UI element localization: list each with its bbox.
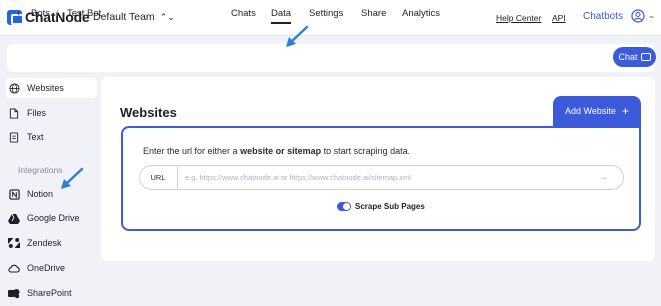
- breadcrumb-bot-name: Test Bot: [67, 8, 102, 19]
- team-name: Default Team: [93, 11, 155, 23]
- api-link[interactable]: API: [552, 13, 566, 23]
- url-label: URL: [139, 165, 178, 190]
- back-chevron-icon[interactable]: ‹: [17, 8, 20, 19]
- instruction-text: Enter the url for either a website or si…: [143, 146, 411, 156]
- scrape-sub-pages-label: Scrape Sub Pages: [355, 202, 425, 211]
- scrape-sub-pages-toggle[interactable]: [337, 202, 351, 211]
- sidebar-item-label: Text: [27, 132, 44, 142]
- google-drive-icon: [8, 212, 20, 224]
- sidebar-item-label: Zendesk: [27, 238, 62, 248]
- chat-button[interactable]: Chat: [613, 47, 656, 67]
- sidebar-item-label: Websites: [27, 83, 64, 93]
- chatbots-link[interactable]: Chatbots: [583, 11, 623, 22]
- tab-analytics[interactable]: Analytics: [402, 8, 440, 19]
- chevron-updown-icon: ⌃⌄: [159, 11, 175, 22]
- page-title: Websites: [120, 105, 177, 120]
- integrations-heading: Integrations: [18, 165, 63, 175]
- breadcrumb-bots[interactable]: Bots: [31, 8, 50, 19]
- add-website-label: Add Website: [565, 106, 616, 116]
- sidebar-item-onedrive[interactable]: OneDrive: [8, 262, 65, 274]
- chat-button-label: Chat: [618, 52, 638, 62]
- help-center-link[interactable]: Help Center: [496, 13, 541, 23]
- zendesk-icon: [8, 237, 20, 249]
- sidebar-item-label: SharePoint: [27, 288, 72, 298]
- sidebar-item-label: Notion: [27, 189, 54, 199]
- bot-nav-bar: [7, 44, 655, 72]
- sidebar-item-files[interactable]: Files: [8, 107, 46, 119]
- arrow-right-icon[interactable]: →: [598, 172, 608, 183]
- add-website-button[interactable]: Add Website +: [553, 96, 641, 126]
- tab-data[interactable]: Data: [271, 8, 292, 24]
- tab-chats[interactable]: Chats: [231, 8, 256, 19]
- plus-icon: +: [621, 104, 629, 118]
- chat-bubble-icon: [640, 53, 651, 61]
- annotation-arrow-icon: [286, 25, 309, 47]
- annotation-arrow-icon: [61, 167, 84, 189]
- sidebar-item-sharepoint[interactable]: SharePoint: [8, 287, 72, 299]
- chevron-down-icon[interactable]: ⌄: [648, 10, 656, 21]
- sharepoint-icon: [8, 287, 20, 299]
- team-selector[interactable]: Default Team ⌃⌄: [93, 11, 175, 23]
- url-input[interactable]: [185, 170, 585, 185]
- file-icon: [8, 107, 20, 119]
- sidebar-item-label: Google Drive: [27, 213, 80, 223]
- notion-icon: [8, 188, 20, 200]
- sidebar-item-text[interactable]: Text: [8, 131, 44, 143]
- sidebar-item-label: OneDrive: [27, 263, 66, 273]
- globe-icon: [8, 82, 20, 94]
- sidebar-item-zendesk[interactable]: Zendesk: [8, 237, 62, 249]
- breadcrumb-separator: /: [56, 8, 59, 19]
- sidebar-item-notion[interactable]: Notion: [8, 188, 53, 200]
- text-document-icon: [8, 131, 20, 143]
- sidebar-item-websites[interactable]: Websites: [8, 82, 64, 94]
- cloud-icon: [8, 262, 20, 274]
- user-avatar-icon[interactable]: [631, 9, 645, 23]
- sidebar-item-label: Files: [27, 108, 47, 118]
- tab-settings[interactable]: Settings: [309, 8, 343, 19]
- sidebar-item-google-drive[interactable]: Google Drive: [8, 212, 80, 224]
- tab-share[interactable]: Share: [361, 8, 386, 19]
